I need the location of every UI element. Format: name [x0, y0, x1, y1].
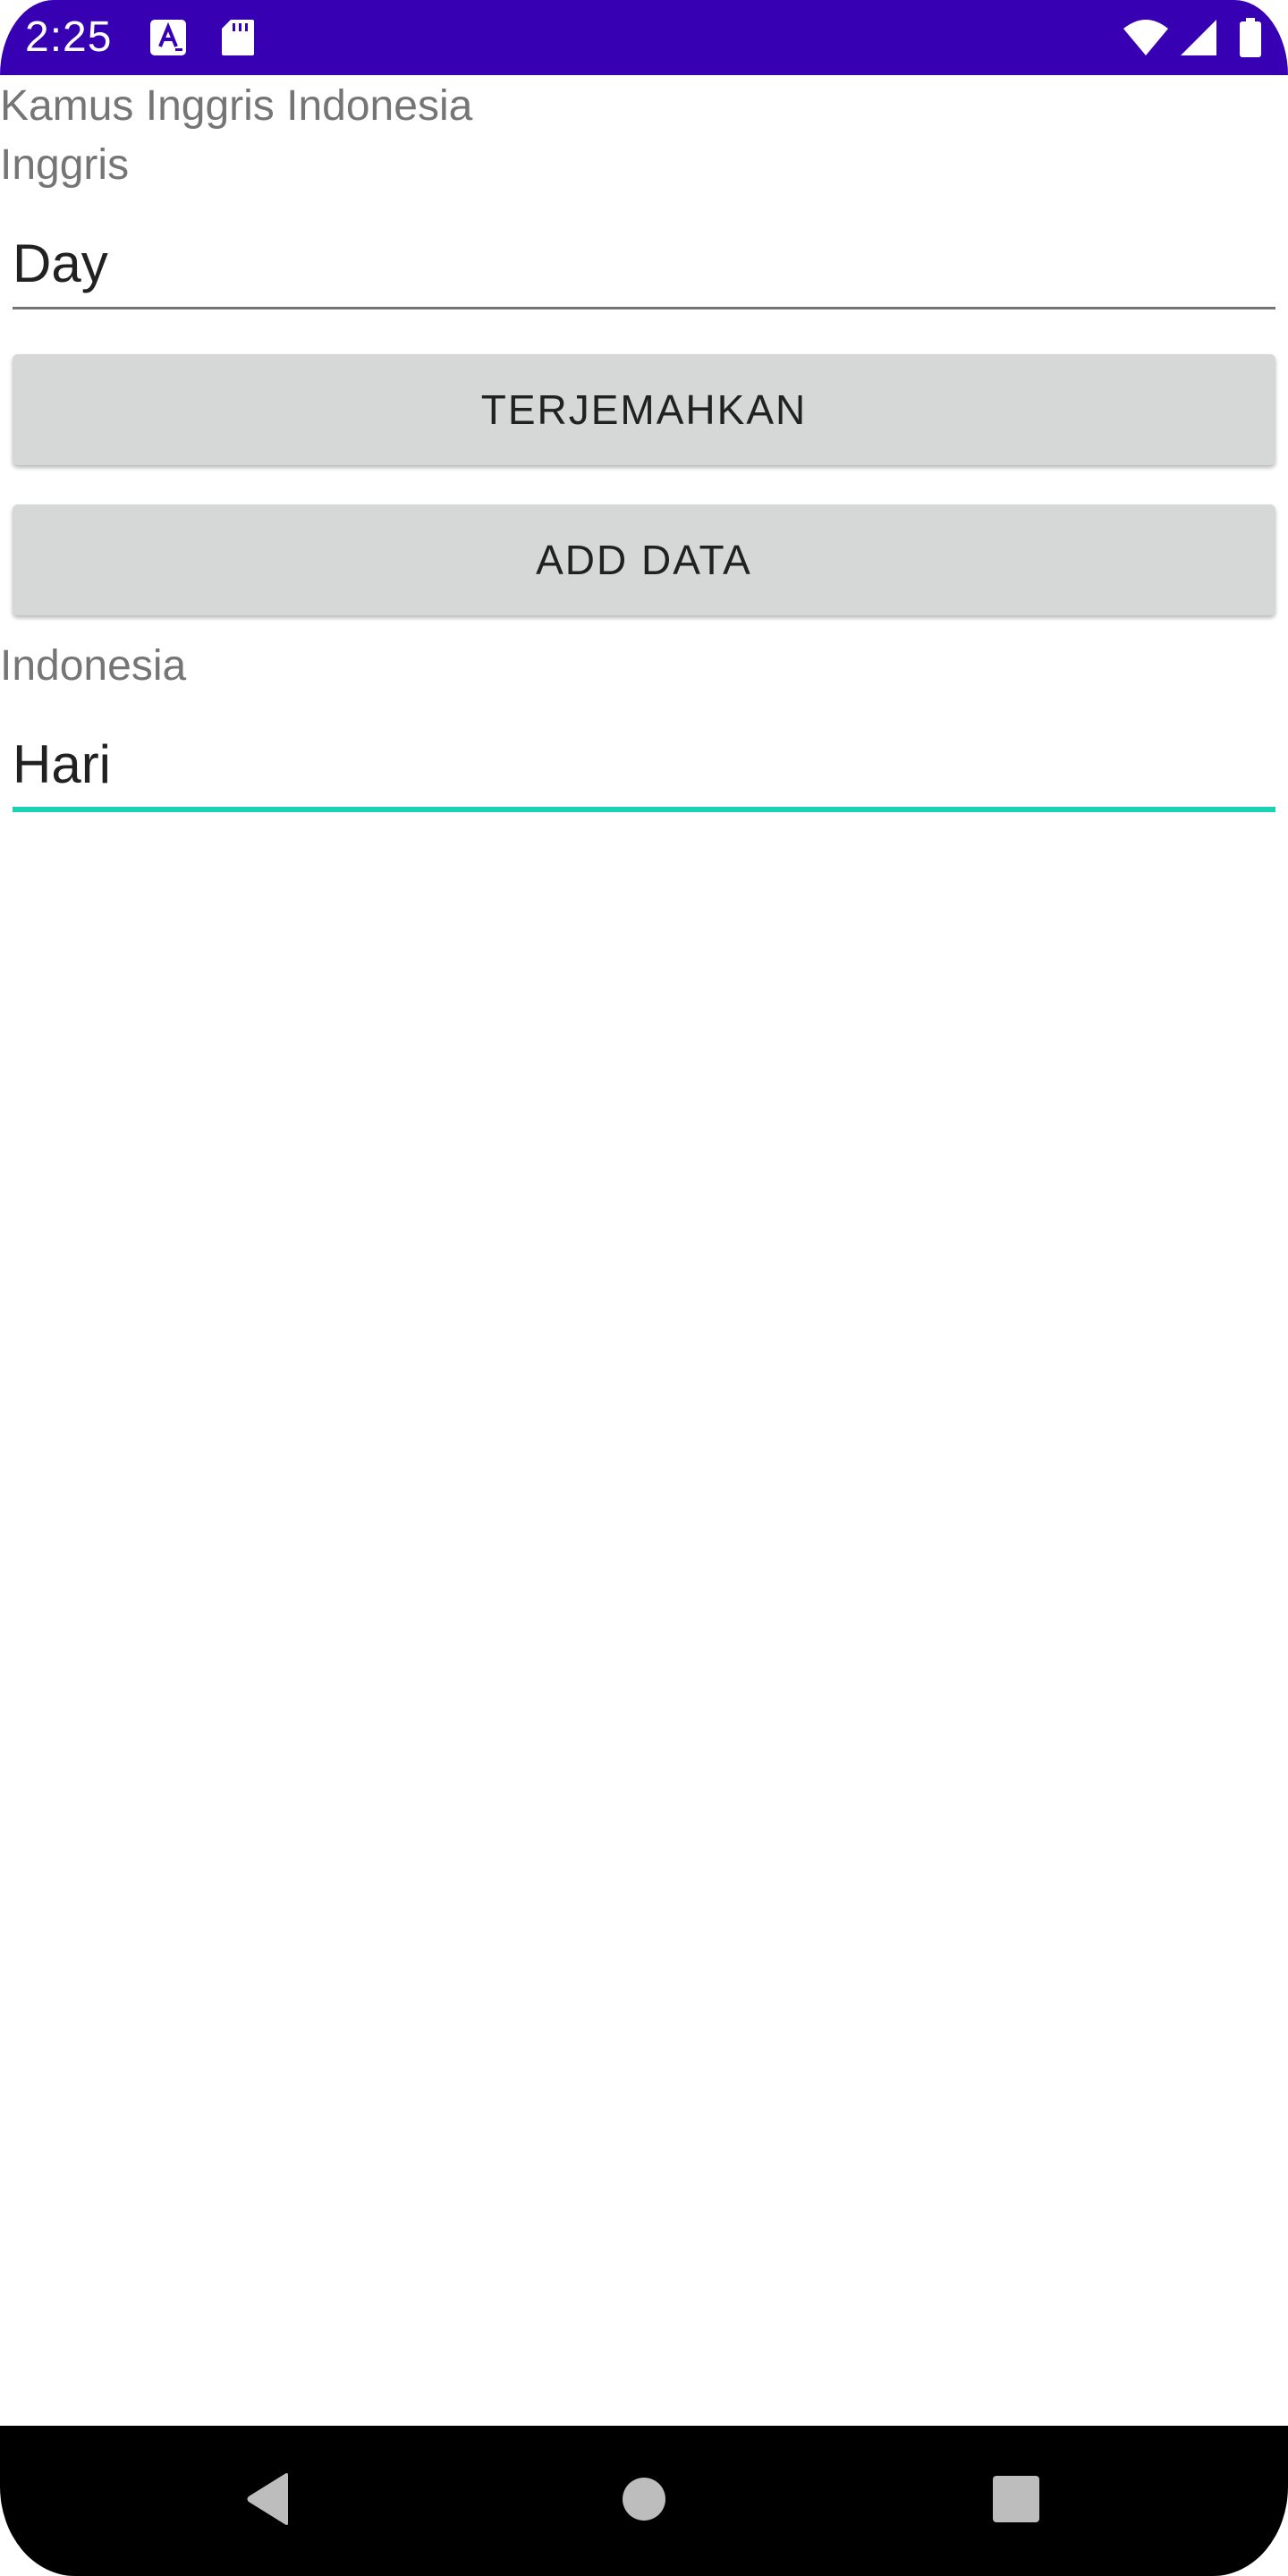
indonesian-word-input[interactable] — [13, 721, 1275, 812]
status-bar: 2:25 — [0, 0, 1288, 75]
target-language-label: Indonesia — [0, 642, 187, 690]
app-screen: 2:25 Kamus Inggris Indonesia Inggris Day… — [0, 0, 1288, 2576]
a-notification-icon — [148, 18, 188, 57]
home-icon — [621, 2476, 667, 2527]
add-data-button[interactable]: ADD DATA — [13, 504, 1275, 615]
back-button[interactable] — [215, 2426, 322, 2576]
recents-icon — [992, 2475, 1040, 2528]
english-word-input[interactable] — [13, 220, 1275, 309]
home-button[interactable] — [590, 2426, 698, 2576]
status-time: 2:25 — [25, 13, 113, 61]
battery-icon — [1238, 18, 1263, 57]
navigation-bar — [0, 2426, 1288, 2576]
recents-button[interactable] — [962, 2426, 1070, 2576]
source-language-label: Inggris — [0, 141, 130, 189]
wifi-icon — [1122, 18, 1170, 57]
translate-button[interactable]: TERJEMAHKAN — [13, 354, 1275, 465]
cell-signal-icon — [1179, 18, 1218, 57]
back-icon — [243, 2471, 293, 2531]
app-title: Kamus Inggris Indonesia — [0, 82, 473, 130]
sd-card-icon — [220, 18, 256, 57]
